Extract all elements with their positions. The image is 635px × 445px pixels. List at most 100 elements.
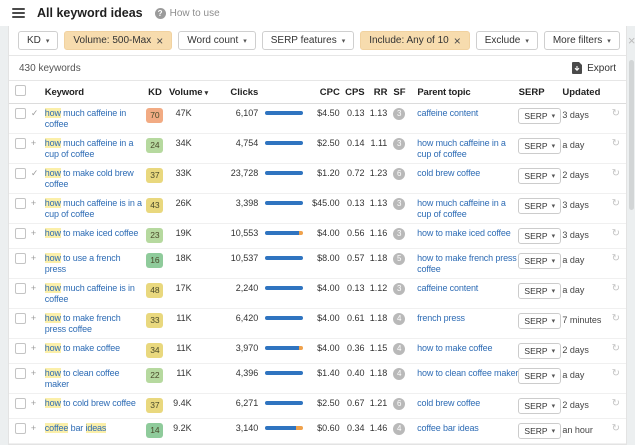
filter-exclude[interactable]: Exclude▾ — [476, 31, 538, 50]
column-header-rr[interactable]: RR — [365, 87, 388, 98]
filter-word-count[interactable]: Word count▾ — [178, 31, 255, 50]
serp-dropdown-button[interactable]: SERP▾ — [518, 253, 561, 269]
keyword-link[interactable]: how much caffeine is in coffee — [45, 283, 135, 304]
refresh-icon[interactable]: ↻ — [612, 228, 620, 239]
parent-topic-link[interactable]: cold brew coffee — [417, 168, 480, 178]
row-checkbox[interactable] — [15, 228, 26, 239]
filter-serp-features[interactable]: SERP features▾ — [262, 31, 354, 50]
serp-dropdown-button[interactable]: SERP▾ — [518, 108, 561, 124]
add-keyword-icon[interactable]: + — [31, 398, 36, 408]
column-header-keyword[interactable]: Keyword — [45, 87, 144, 98]
parent-topic-link[interactable]: how to clean coffee maker — [417, 368, 518, 378]
serp-dropdown-button[interactable]: SERP▾ — [518, 398, 561, 414]
refresh-icon[interactable]: ↻ — [612, 398, 620, 409]
refresh-icon[interactable]: ↻ — [612, 168, 620, 179]
scrollbar-thumb[interactable] — [629, 60, 634, 210]
column-header-kd[interactable]: KD — [144, 87, 166, 98]
add-keyword-icon[interactable]: + — [31, 368, 36, 378]
refresh-icon[interactable]: ↻ — [612, 108, 620, 119]
parent-topic-link[interactable]: cold brew coffee — [417, 398, 480, 408]
keyword-link[interactable]: how to make cold brew coffee — [45, 168, 134, 189]
keyword-link[interactable]: how to make french press coffee — [45, 313, 121, 334]
refresh-icon[interactable]: ↻ — [612, 253, 620, 264]
parent-topic-link[interactable]: caffeine content — [417, 283, 478, 293]
keyword-link[interactable]: how to cold brew coffee — [45, 398, 136, 408]
row-checkbox[interactable] — [15, 168, 26, 179]
refresh-icon[interactable]: ↻ — [612, 283, 620, 294]
add-keyword-icon[interactable]: + — [31, 138, 36, 148]
filter-include-any-of-10[interactable]: Include: Any of 10× — [360, 31, 470, 50]
keyword-link[interactable]: how to use a french press — [45, 253, 121, 274]
keyword-link[interactable]: how to clean coffee maker — [45, 368, 120, 389]
export-button[interactable]: Export — [572, 62, 616, 74]
row-checkbox[interactable] — [15, 283, 26, 294]
serp-dropdown-button[interactable]: SERP▾ — [518, 368, 561, 384]
column-header-updated[interactable]: Updated — [560, 87, 604, 98]
parent-topic-link[interactable]: how to make coffee — [417, 343, 492, 353]
refresh-icon[interactable]: ↻ — [612, 313, 620, 324]
column-header-serp[interactable]: SERP — [519, 87, 561, 98]
row-checkbox[interactable] — [15, 398, 26, 409]
serp-dropdown-button[interactable]: SERP▾ — [518, 168, 561, 184]
remove-filter-icon[interactable]: × — [454, 35, 461, 47]
filter-kd[interactable]: KD▾ — [18, 31, 58, 50]
parent-topic-link[interactable]: how much caffeine in a cup of coffee — [417, 138, 506, 159]
refresh-icon[interactable]: ↻ — [612, 368, 620, 379]
refresh-icon[interactable]: ↻ — [612, 343, 620, 354]
add-keyword-icon[interactable]: + — [31, 343, 36, 353]
column-header-sf[interactable]: SF — [387, 87, 407, 98]
filter-more-filters[interactable]: More filters▾ — [544, 31, 620, 50]
keyword-link[interactable]: how to make iced coffee — [45, 228, 138, 238]
keyword-link[interactable]: how to make coffee — [45, 343, 120, 353]
filter-label: SERP features — [271, 35, 337, 46]
add-keyword-icon[interactable]: + — [31, 283, 36, 293]
row-checkbox[interactable] — [15, 253, 26, 264]
serp-dropdown-button[interactable]: SERP▾ — [518, 228, 561, 244]
select-all-checkbox[interactable] — [15, 85, 26, 96]
refresh-icon[interactable]: ↻ — [612, 198, 620, 209]
serp-features-count-badge: 5 — [393, 253, 405, 265]
parent-topic-link[interactable]: how to make french press coffee — [417, 253, 516, 274]
parent-topic-link[interactable]: how to make iced coffee — [417, 228, 510, 238]
serp-dropdown-button[interactable]: SERP▾ — [518, 283, 561, 299]
serp-dropdown-button[interactable]: SERP▾ — [518, 423, 561, 439]
row-checkbox[interactable] — [15, 108, 26, 119]
add-keyword-icon[interactable]: + — [31, 313, 36, 323]
column-header-clicks[interactable]: Clicks — [223, 87, 261, 98]
keyword-link[interactable]: how much caffeine in a cup of coffee — [45, 138, 134, 159]
column-header-cpc[interactable]: CPC — [304, 87, 340, 98]
column-header-cps[interactable]: CPS — [340, 87, 365, 98]
serp-dropdown-button[interactable]: SERP▾ — [518, 198, 561, 214]
parent-topic-link[interactable]: caffeine content — [417, 108, 478, 118]
serp-dropdown-button[interactable]: SERP▾ — [518, 343, 561, 359]
parent-topic-link[interactable]: french press — [417, 313, 465, 323]
clicks-value: 6,420 — [222, 313, 260, 324]
row-checkbox[interactable] — [15, 198, 26, 209]
filter-volume-500-max[interactable]: Volume: 500-Max× — [64, 31, 172, 50]
serp-dropdown-button[interactable]: SERP▾ — [518, 138, 561, 154]
row-checkbox[interactable] — [15, 368, 26, 379]
chevron-down-icon: ▾ — [552, 142, 556, 150]
scrollbar[interactable] — [628, 58, 635, 425]
clicks-bar-cell — [260, 108, 304, 115]
keyword-link[interactable]: how much caffeine in coffee — [45, 108, 126, 129]
row-checkbox[interactable] — [15, 138, 26, 149]
keyword-link[interactable]: how much caffeine is in a cup of coffee — [45, 198, 142, 219]
add-keyword-icon[interactable]: + — [31, 253, 36, 263]
serp-dropdown-button[interactable]: SERP▾ — [518, 313, 561, 329]
clear-filters-icon[interactable]: × — [628, 33, 635, 48]
add-keyword-icon[interactable]: + — [31, 228, 36, 238]
row-checkbox-cell — [15, 283, 31, 297]
column-header-volume[interactable]: Volume▾ — [166, 87, 223, 98]
remove-filter-icon[interactable]: × — [156, 35, 163, 47]
added-check-icon[interactable]: ✓ — [31, 168, 39, 178]
refresh-icon[interactable]: ↻ — [612, 138, 620, 149]
added-check-icon[interactable]: ✓ — [31, 108, 39, 118]
column-header-parent-topic[interactable]: Parent topic — [407, 87, 518, 98]
menu-icon[interactable] — [12, 8, 25, 18]
help-link[interactable]: ? How to use — [155, 8, 220, 19]
parent-topic-link[interactable]: how much caffeine in a cup of coffee — [417, 198, 506, 219]
row-checkbox[interactable] — [15, 313, 26, 324]
add-keyword-icon[interactable]: + — [31, 198, 36, 208]
row-checkbox[interactable] — [15, 343, 26, 354]
